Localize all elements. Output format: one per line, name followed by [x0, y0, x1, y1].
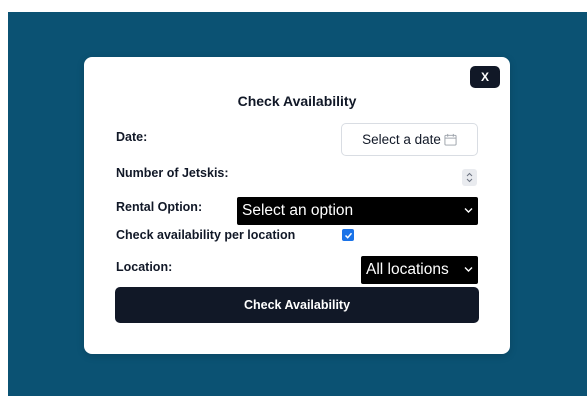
- chevron-down-icon: [464, 208, 473, 213]
- rental-option-label: Rental Option:: [116, 200, 203, 214]
- modal-title: Check Availability: [237, 93, 357, 109]
- location-value: All locations: [366, 261, 449, 278]
- per-location-label: Check availability per location: [116, 228, 296, 242]
- calendar-icon: [444, 133, 457, 146]
- jetskis-label: Number of Jetskis:: [116, 166, 229, 180]
- location-select[interactable]: All locations: [361, 256, 478, 284]
- jetskis-quantity-stepper[interactable]: [462, 169, 477, 186]
- rental-option-select[interactable]: Select an option: [237, 197, 478, 225]
- chevron-down-icon: [464, 267, 473, 272]
- location-label: Location:: [116, 260, 173, 274]
- date-label: Date:: [116, 130, 148, 144]
- checkmark-icon: [344, 232, 352, 239]
- select-date-label: Select a date: [362, 132, 441, 147]
- rental-option-value: Select an option: [242, 202, 354, 219]
- check-availability-modal: X Check Availability Date: Select a date…: [84, 57, 510, 354]
- check-availability-button[interactable]: Check Availability: [115, 287, 479, 323]
- per-location-checkbox[interactable]: [342, 229, 354, 241]
- select-date-button[interactable]: Select a date: [341, 123, 478, 156]
- stepper-arrows-icon: [466, 172, 473, 183]
- close-button[interactable]: X: [470, 66, 500, 88]
